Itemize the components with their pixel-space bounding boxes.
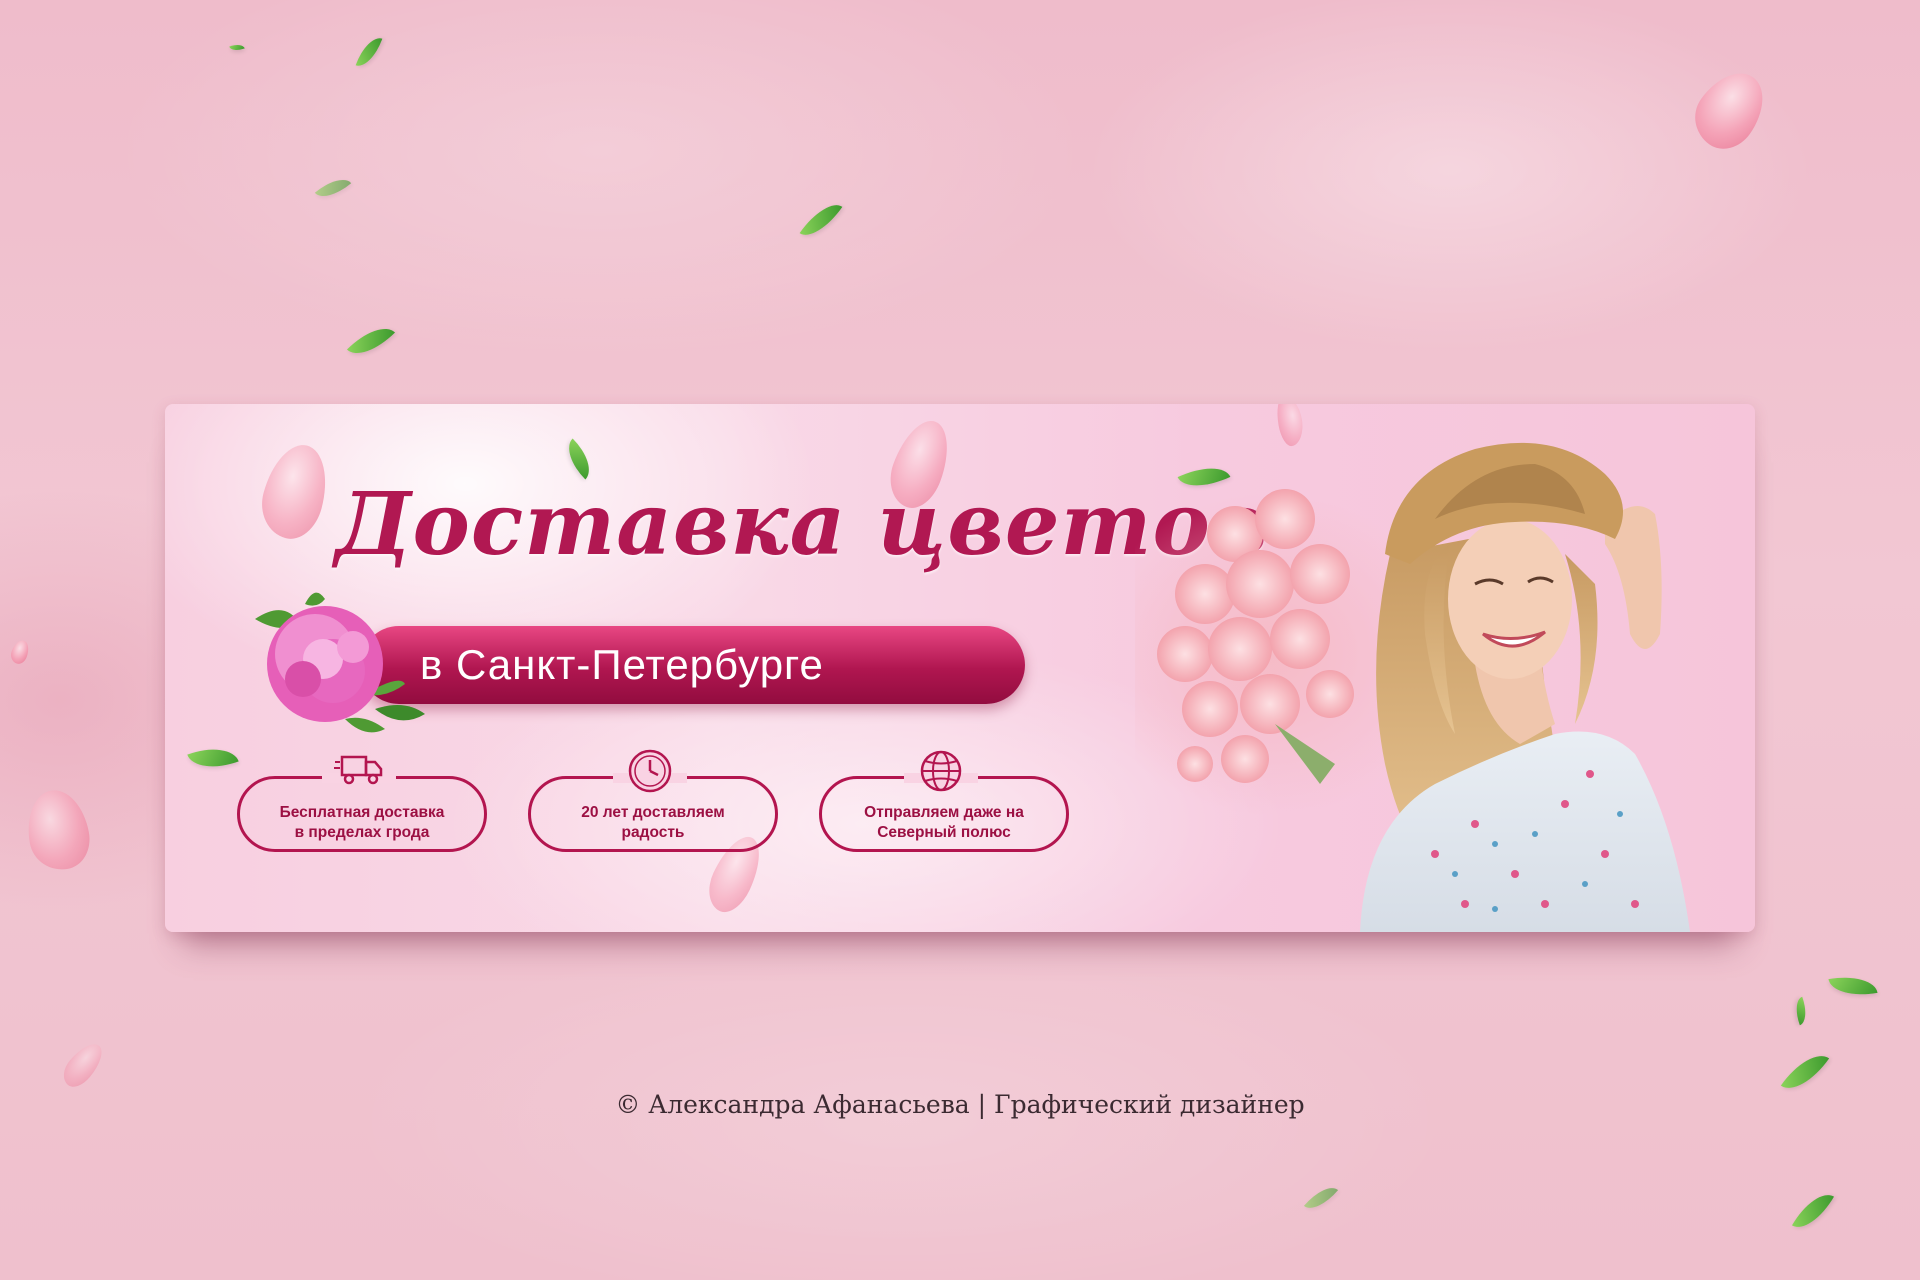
leaf-decoration: [187, 738, 239, 778]
leaf-decoration: [1828, 971, 1878, 1001]
leaf-decoration: [799, 195, 843, 245]
leaf-decoration: [1791, 1185, 1835, 1237]
petal-decoration: [8, 637, 32, 667]
leaf-decoration: [355, 33, 383, 71]
feature-line: в пределах грода: [294, 824, 430, 841]
leaf-decoration: [346, 316, 396, 366]
leaf-decoration: [1790, 996, 1812, 1026]
clock-icon: [628, 749, 672, 793]
designer-credit: © Александра Афанасьева | Графический ди…: [615, 1090, 1305, 1119]
banner-subtitle: в Санкт-Петербурге: [420, 641, 824, 688]
feature-free-delivery: Бесплатная доставка в пределах грода: [237, 755, 487, 852]
petal-decoration: [253, 437, 337, 546]
feature-20-years: 20 лет доставляем радость: [528, 749, 778, 852]
petal-decoration: [1682, 60, 1778, 160]
truck-icon: [334, 755, 383, 785]
woman-with-bouquet-photo: [1135, 404, 1755, 932]
leaf-decoration: [1303, 1179, 1339, 1217]
banner-title: Доставка цветов: [335, 474, 1269, 575]
feature-line: 20 лет доставляем: [581, 804, 725, 821]
leaf-decoration: [314, 170, 352, 206]
petal-decoration: [56, 1037, 110, 1093]
feature-line: Отправляем даже на: [864, 804, 1024, 821]
promo-banner: Доставка цветов в Санкт-Петербурге Беспл…: [165, 404, 1755, 932]
leaf-decoration: [229, 41, 245, 54]
peony-flower-icon: [255, 592, 425, 733]
subtitle-pill: в Санкт-Петербурге: [360, 626, 1025, 704]
feature-line: Бесплатная доставка: [279, 804, 445, 821]
feature-line: радость: [621, 824, 685, 841]
petal-decoration: [21, 785, 95, 875]
feature-line: Северный полюс: [877, 824, 1011, 841]
feature-north-pole: Отправляем даже на Северный полюс: [819, 750, 1069, 852]
globe-icon: [920, 750, 962, 792]
